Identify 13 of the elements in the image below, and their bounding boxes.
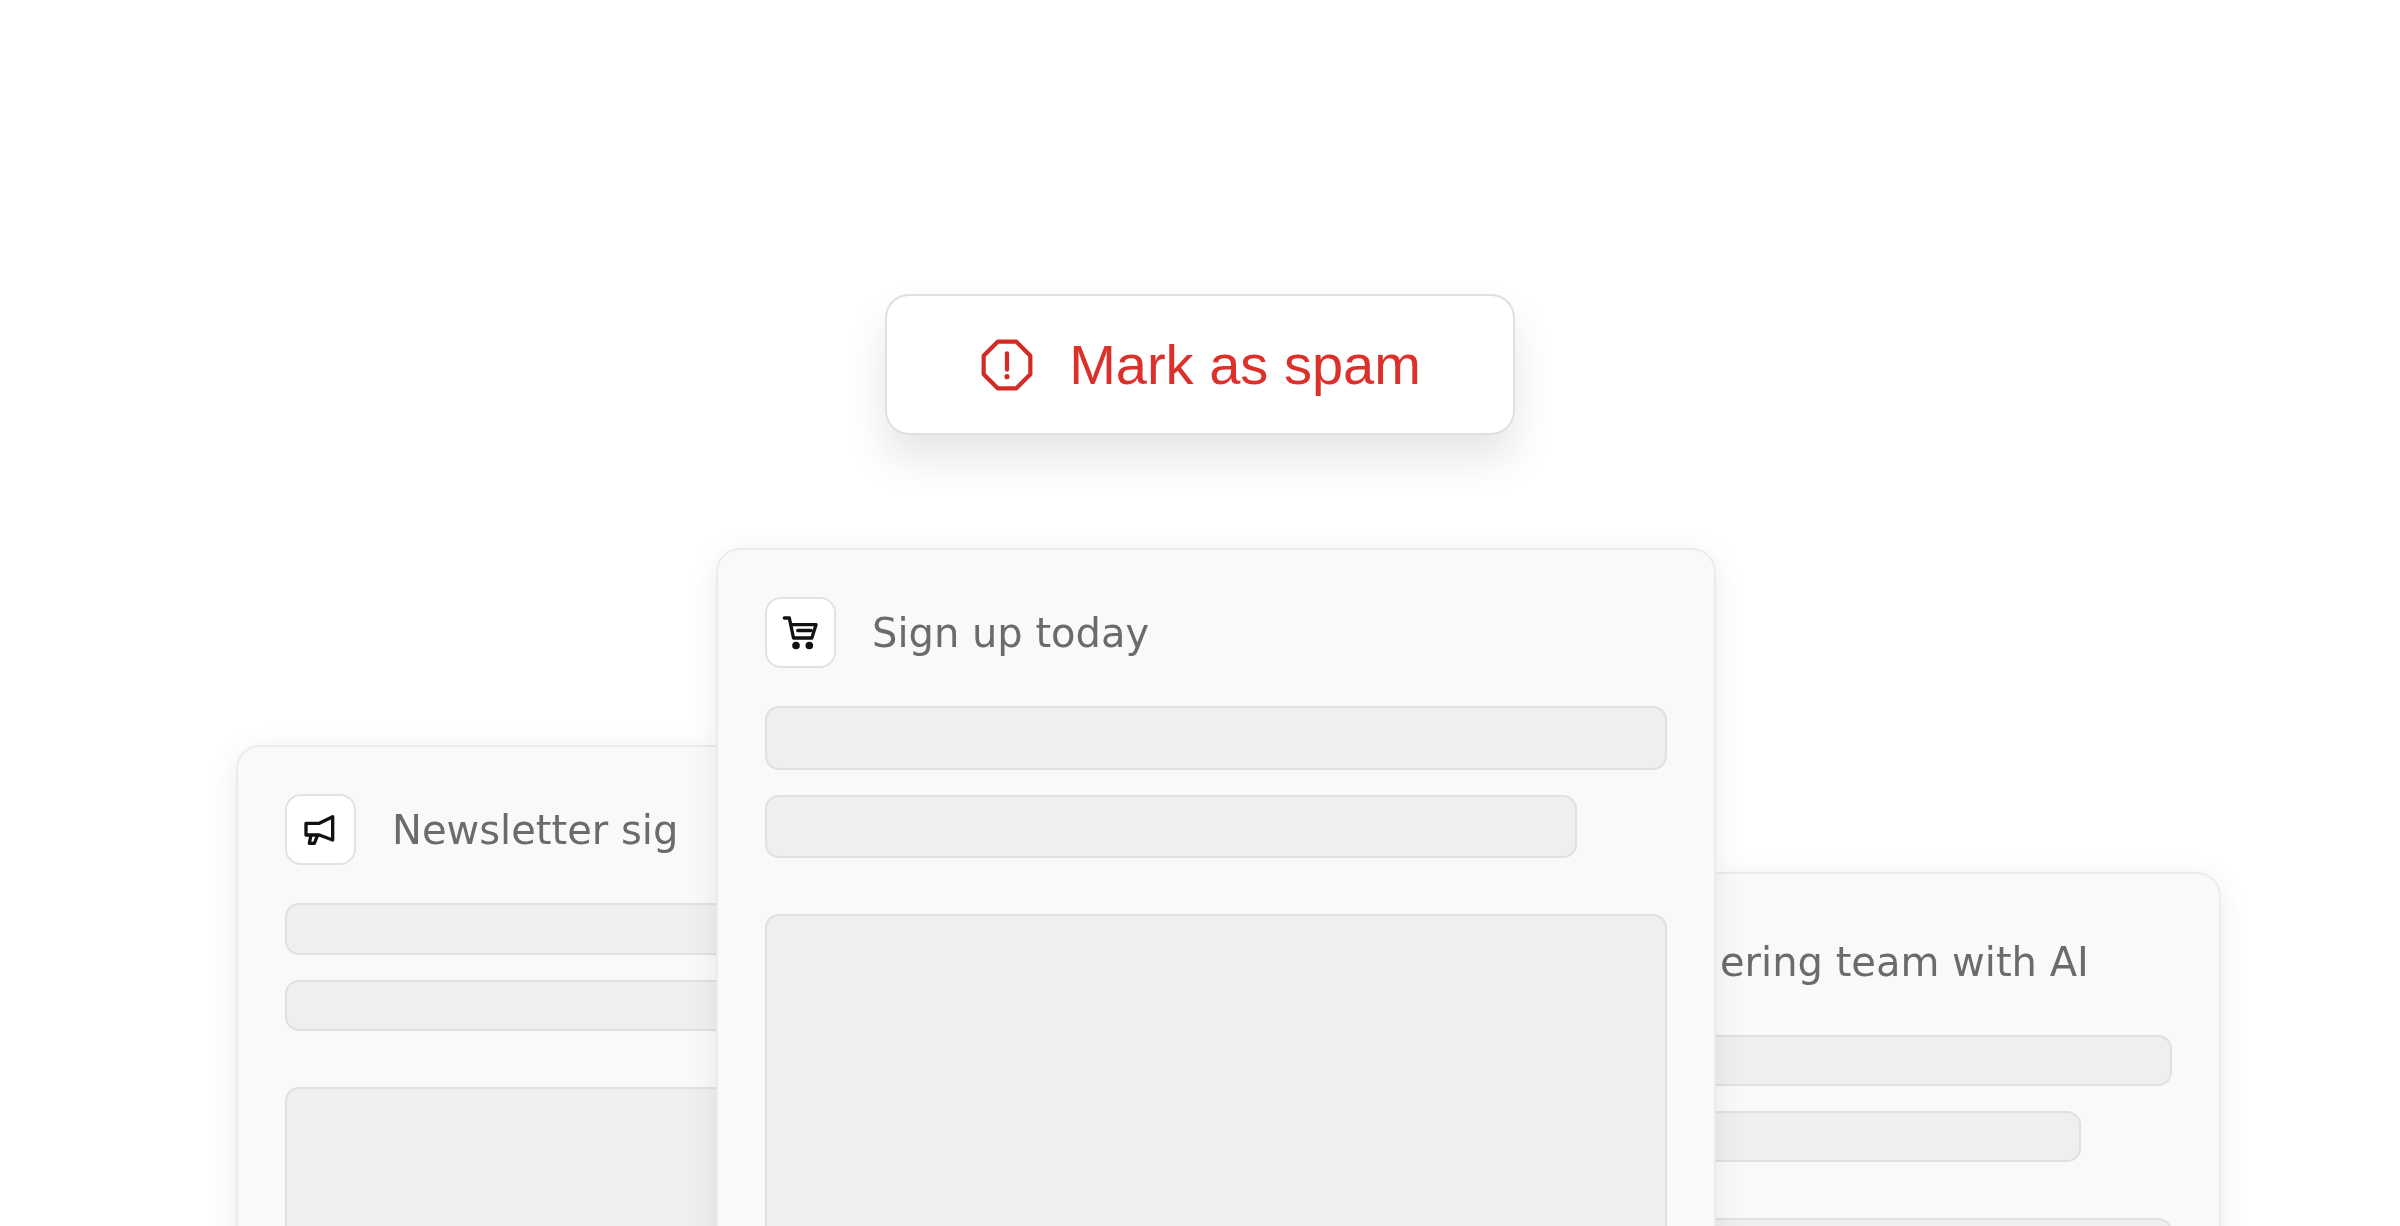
input-field[interactable] bbox=[285, 903, 716, 955]
card-title: ering team with AI bbox=[1720, 938, 2089, 985]
input-field[interactable] bbox=[765, 794, 1577, 859]
input-field[interactable] bbox=[1716, 1035, 2172, 1087]
megaphone-icon bbox=[285, 794, 356, 865]
card-title: Sign up today bbox=[872, 609, 1150, 656]
mark-as-spam-button[interactable]: Mark as spam bbox=[885, 294, 1515, 435]
cart-icon bbox=[765, 597, 836, 668]
input-field[interactable] bbox=[285, 979, 716, 1032]
input-field[interactable] bbox=[765, 706, 1667, 770]
text-area[interactable] bbox=[765, 914, 1667, 1226]
card-title: Newsletter sig bbox=[392, 806, 679, 853]
input-field[interactable] bbox=[1716, 1111, 2081, 1163]
